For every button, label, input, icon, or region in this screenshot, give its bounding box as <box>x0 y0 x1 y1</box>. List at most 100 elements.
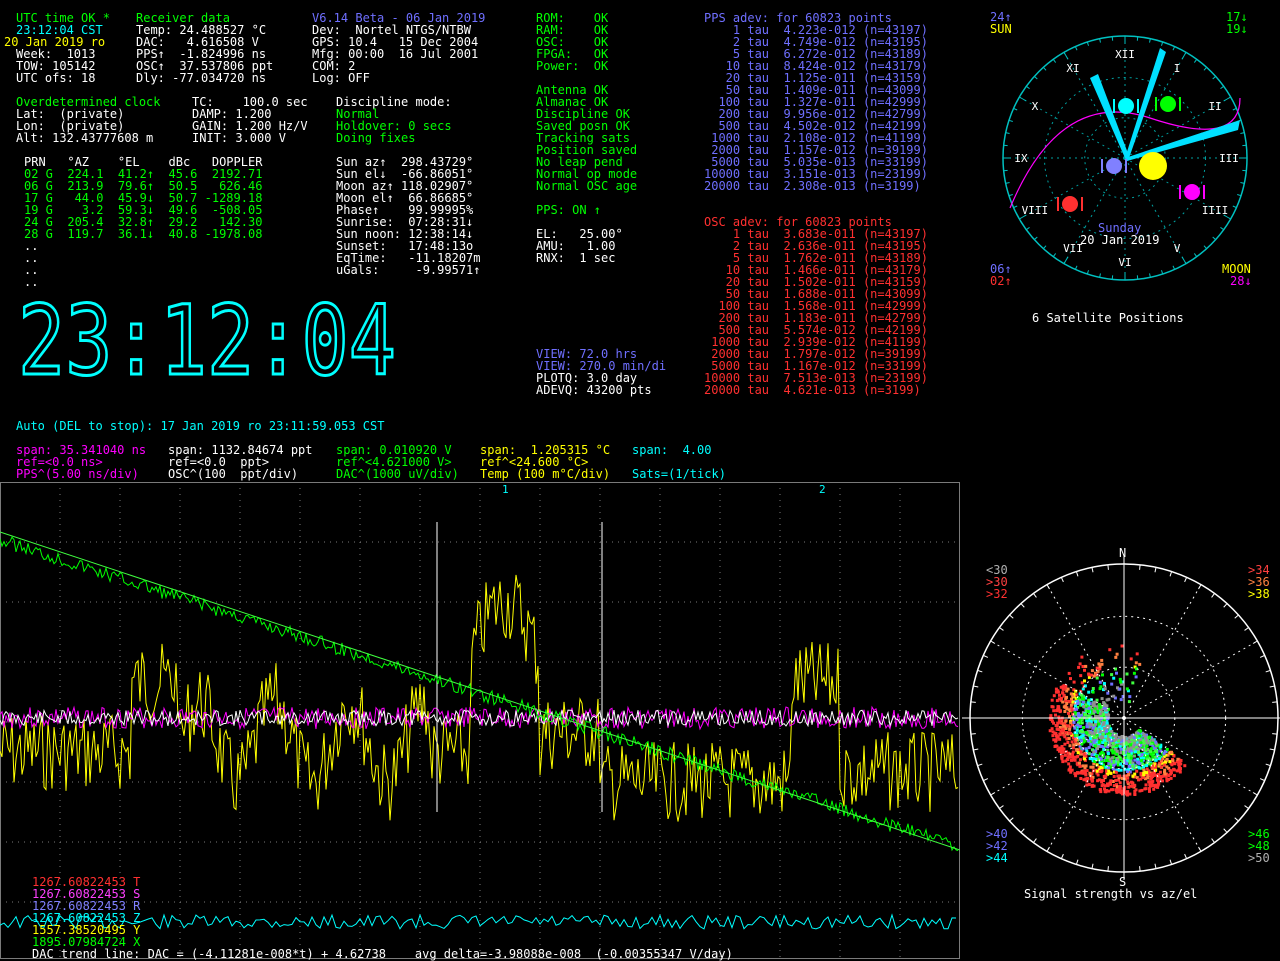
signal-tick <box>1061 577 1063 582</box>
signal-sample <box>1112 742 1115 745</box>
signal-sample <box>1111 749 1114 752</box>
signal-sample <box>1138 766 1141 769</box>
signal-sample <box>1072 746 1075 749</box>
signal-sample <box>1110 683 1113 686</box>
signal-tick <box>1010 818 1014 821</box>
signal-sample <box>1077 666 1080 669</box>
signal-sample <box>1090 674 1093 677</box>
signal-sample <box>1082 705 1085 708</box>
signal-sample <box>1107 698 1110 701</box>
signal-sample <box>1145 764 1148 767</box>
signal-sample <box>1075 708 1078 711</box>
signal-sample <box>1068 672 1071 675</box>
signal-sample <box>1064 720 1067 723</box>
signal-sample <box>1100 780 1103 783</box>
signal-sample <box>1113 775 1116 778</box>
sky-tick <box>1043 246 1046 249</box>
sky-tick <box>1009 194 1013 195</box>
signal-tick <box>1076 572 1078 577</box>
signal-sample <box>1072 756 1075 759</box>
signal-sample <box>1116 790 1119 793</box>
signal-sample <box>1074 759 1077 762</box>
big-digital-clock: 23:12:04 <box>18 296 408 382</box>
signal-sample <box>1112 764 1115 767</box>
signal-sample <box>1051 705 1054 708</box>
signal-sample <box>1149 773 1152 776</box>
signal-tick <box>1185 854 1187 859</box>
signal-sample <box>1082 698 1085 701</box>
history-plot[interactable]: 1 2 <box>0 482 960 960</box>
signal-sample <box>1058 694 1061 697</box>
signal-tick <box>1076 860 1078 865</box>
signal-sample <box>1074 774 1077 777</box>
signal-sample <box>1116 653 1119 656</box>
signal-sample <box>1131 781 1134 784</box>
signal-tick <box>1245 806 1249 809</box>
sky-tick <box>1087 270 1088 274</box>
signal-sample <box>1100 758 1103 761</box>
signal-sample <box>1141 753 1144 756</box>
signal-sample <box>1120 769 1123 772</box>
signal-sample <box>1084 665 1087 668</box>
signal-sample <box>1105 759 1108 762</box>
auto-status-line[interactable]: Auto (DEL to stop): 17 Jan 2019 ro 23:11… <box>16 420 384 432</box>
signal-sample <box>1087 673 1090 676</box>
signal-sample <box>1107 738 1110 741</box>
signal-sample <box>1099 685 1102 688</box>
signal-sample <box>1145 787 1148 790</box>
signal-sample <box>1097 774 1100 777</box>
init-voltage: INIT: 3.000 V <box>192 132 286 144</box>
signal-sample <box>1104 742 1107 745</box>
signal-sample <box>1118 755 1121 758</box>
sky-hour-label: XI <box>1066 62 1079 75</box>
signal-sample <box>1101 663 1104 666</box>
signal-sample <box>1092 687 1095 690</box>
sky-tick <box>1014 206 1018 208</box>
plot-frame <box>1 483 960 959</box>
plot-traces <box>0 522 960 929</box>
signal-sample <box>1148 736 1151 739</box>
sky-tick <box>1213 76 1216 79</box>
flag-osc-age: Normal OSC age <box>536 180 637 192</box>
signal-sample <box>1118 688 1121 691</box>
signal-sample <box>1135 770 1138 773</box>
signal-sample <box>1061 701 1064 704</box>
signal-sample <box>1137 751 1140 754</box>
signal-sample <box>1133 793 1136 796</box>
signal-sample <box>1065 702 1068 705</box>
signal-sample <box>1101 769 1104 772</box>
signal-map-drawing <box>962 556 1280 880</box>
signal-sample <box>1061 729 1064 732</box>
sky-tick <box>1173 47 1175 51</box>
plot-marker-1: 1 <box>502 483 509 496</box>
signal-sample <box>1096 677 1099 680</box>
signal-sample <box>1103 787 1106 790</box>
signal-strength-map[interactable]: N S <box>962 540 1280 900</box>
signal-sample <box>1088 752 1091 755</box>
moon-marker <box>1139 152 1167 180</box>
signal-sample <box>1049 729 1052 732</box>
satellite-sky-map[interactable]: XIIIIIIIIIIIIVVIVIIVIIIIXXXI 24↑ SUN 17↓… <box>990 8 1260 298</box>
signal-sample <box>1082 665 1085 668</box>
sky-tick <box>1182 52 1186 59</box>
signal-tick <box>1155 567 1156 572</box>
signal-tick <box>1224 829 1227 833</box>
signal-tick <box>1092 567 1093 572</box>
sky-tick <box>1194 59 1196 62</box>
signal-sample <box>1090 723 1093 726</box>
satellite-marker <box>1062 196 1078 212</box>
signal-sample <box>1067 688 1070 691</box>
signal-sample <box>1115 672 1118 675</box>
legend-sats-div: Sats=(1/tick) <box>632 468 726 480</box>
signal-sample <box>1102 713 1105 716</box>
signal-sample <box>1077 751 1080 754</box>
signal-sample <box>1069 700 1072 703</box>
signal-sample <box>1089 743 1092 746</box>
signal-sample <box>1126 780 1129 783</box>
signal-sample <box>1119 748 1122 751</box>
signal-tick <box>1170 572 1172 577</box>
sky-tick <box>1220 86 1223 88</box>
sky-hour-label: X <box>1032 100 1039 113</box>
sky-tick <box>1053 253 1055 256</box>
signal-sample <box>1164 761 1167 764</box>
